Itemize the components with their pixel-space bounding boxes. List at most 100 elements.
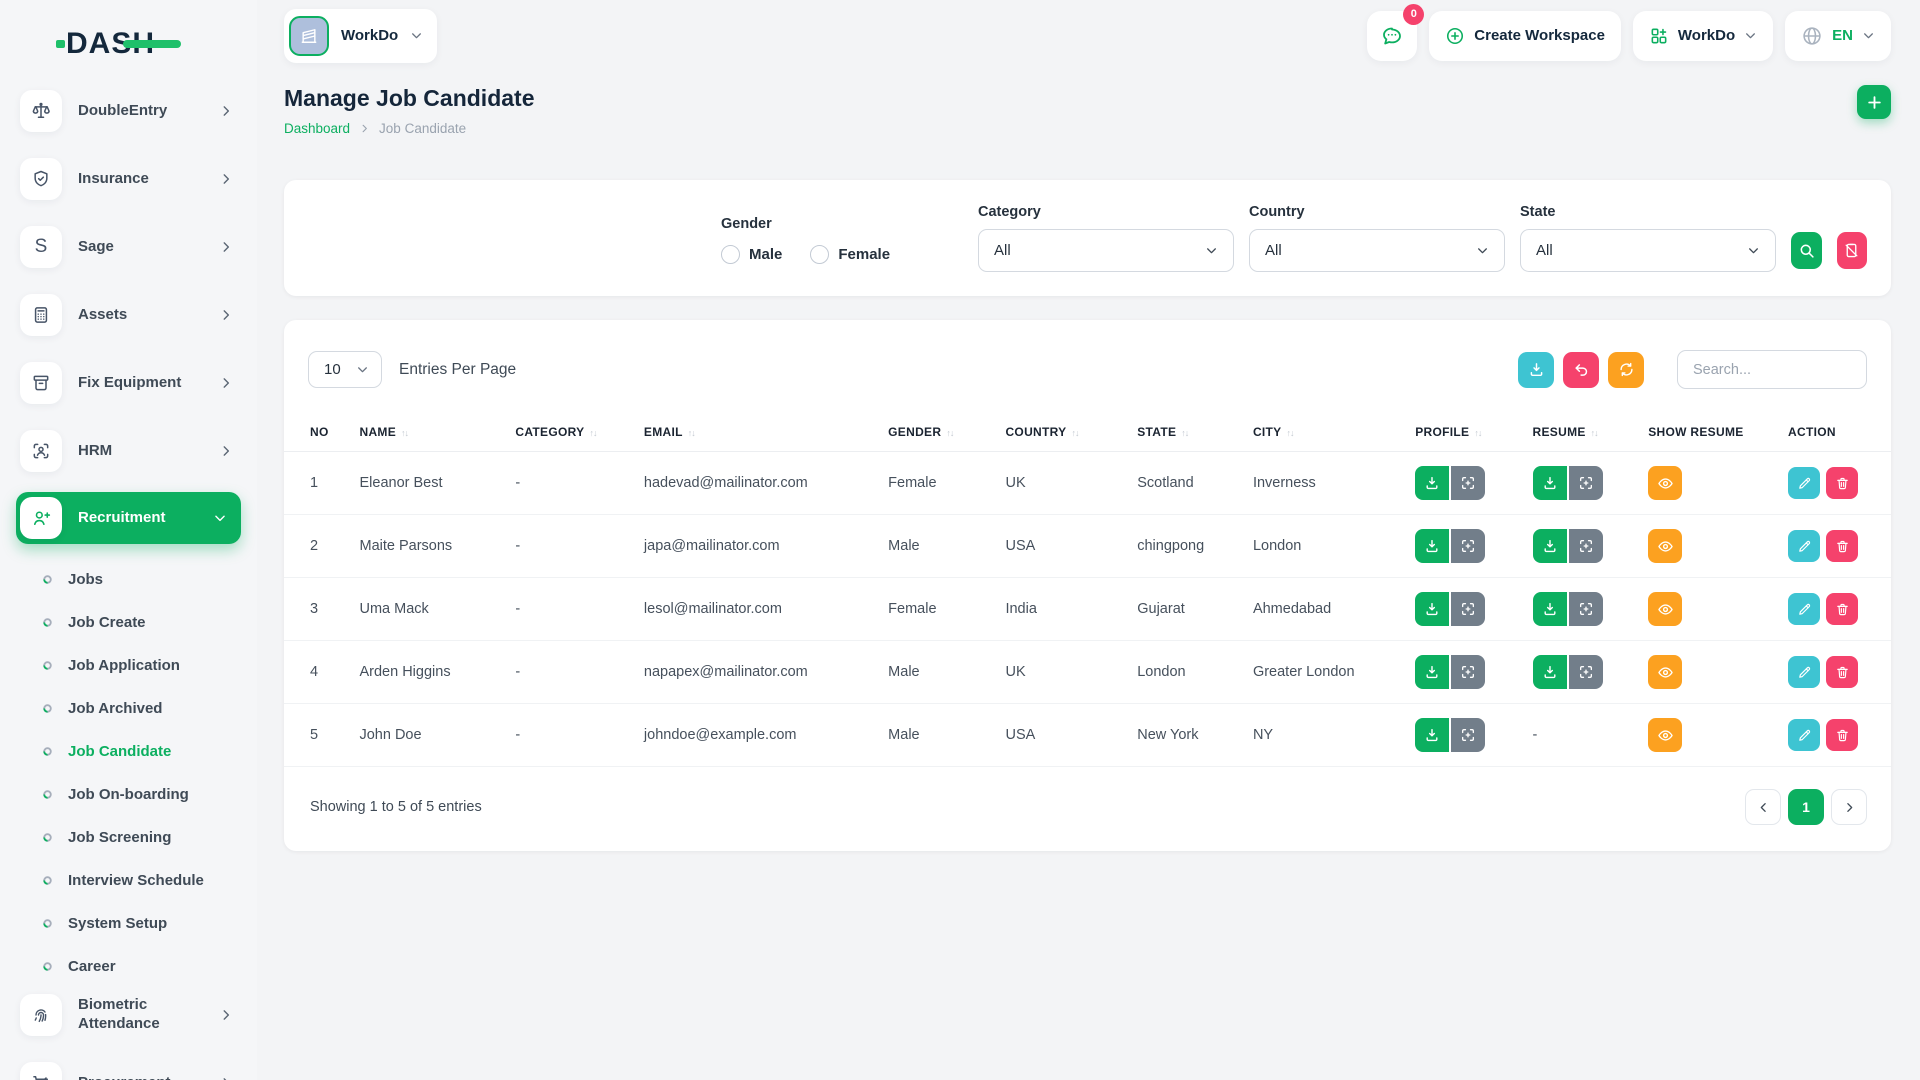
- profile-download-button[interactable]: [1415, 655, 1449, 689]
- profile-download-button[interactable]: [1415, 466, 1449, 500]
- language-selector[interactable]: EN: [1785, 11, 1891, 61]
- delete-candidate-button[interactable]: [1826, 593, 1858, 625]
- col-header-country[interactable]: COUNTRY↑↓: [997, 413, 1129, 452]
- show-resume-button[interactable]: [1648, 655, 1682, 689]
- col-header-profile[interactable]: PROFILE↑↓: [1407, 413, 1524, 452]
- scan-icon: [1578, 601, 1594, 617]
- gender-female-radio[interactable]: Female: [810, 245, 890, 264]
- col-header-city[interactable]: CITY↑↓: [1245, 413, 1407, 452]
- col-header-state[interactable]: STATE↑↓: [1129, 413, 1245, 452]
- workdo-menu-label: WorkDo: [1678, 27, 1735, 44]
- profile-scan-button[interactable]: [1451, 466, 1485, 500]
- pagination-next-button[interactable]: [1831, 789, 1867, 825]
- edit-candidate-button[interactable]: [1788, 656, 1820, 688]
- sidebar-subitem-interview-schedule[interactable]: Interview Schedule: [16, 859, 241, 902]
- refresh-icon: [1618, 361, 1635, 378]
- edit-candidate-button[interactable]: [1788, 719, 1820, 751]
- profile-scan-button[interactable]: [1451, 592, 1485, 626]
- profile-download-button[interactable]: [1415, 529, 1449, 563]
- sidebar-subitem-job-archived[interactable]: Job Archived: [16, 687, 241, 730]
- logo-text: DASH: [66, 27, 155, 61]
- resume-download-button[interactable]: [1533, 529, 1567, 563]
- add-candidate-button[interactable]: [1857, 85, 1891, 119]
- delete-candidate-button[interactable]: [1826, 530, 1858, 562]
- col-header-gender[interactable]: GENDER↑↓: [880, 413, 997, 452]
- workdo-menu-button[interactable]: WorkDo: [1633, 11, 1773, 61]
- cell-no: 2: [284, 515, 351, 578]
- sidebar-item-procurement[interactable]: Procurement: [16, 1056, 241, 1080]
- export-button[interactable]: [1518, 352, 1554, 388]
- chevron-right-icon: [219, 376, 233, 390]
- country-select[interactable]: All: [1249, 229, 1505, 272]
- breadcrumb-dashboard-link[interactable]: Dashboard: [284, 121, 350, 136]
- delete-candidate-button[interactable]: [1826, 656, 1858, 688]
- sidebar-subitem-job-create[interactable]: Job Create: [16, 601, 241, 644]
- sidebar-item-assets[interactable]: Assets: [16, 288, 241, 342]
- state-select[interactable]: All: [1520, 229, 1776, 272]
- entries-per-page-select[interactable]: 10: [308, 351, 382, 388]
- profile-scan-button[interactable]: [1451, 529, 1485, 563]
- sidebar-subitem-job-candidate[interactable]: Job Candidate: [16, 730, 241, 773]
- download-icon: [1542, 601, 1558, 617]
- profile-download-button[interactable]: [1415, 718, 1449, 752]
- col-header-email[interactable]: EMAIL↑↓: [636, 413, 880, 452]
- show-resume-button[interactable]: [1648, 718, 1682, 752]
- pencil-icon: [1797, 728, 1812, 743]
- category-select[interactable]: All: [978, 229, 1234, 272]
- col-header-name[interactable]: NAME↑↓: [351, 413, 507, 452]
- sidebar-item-insurance[interactable]: Insurance: [16, 152, 241, 206]
- sidebar-subitem-jobs[interactable]: Jobs: [16, 558, 241, 601]
- clear-filter-button[interactable]: [1837, 232, 1868, 269]
- show-resume-button[interactable]: [1648, 592, 1682, 626]
- sidebar-subitem-job-onboarding[interactable]: Job On-boarding: [16, 773, 241, 816]
- show-resume-button[interactable]: [1648, 529, 1682, 563]
- delete-candidate-button[interactable]: [1826, 719, 1858, 751]
- chevron-down-icon: [1476, 244, 1489, 257]
- sidebar-item-biometric-attendance[interactable]: Biometric Attendance: [16, 988, 241, 1042]
- table-search-input[interactable]: [1677, 350, 1867, 389]
- resume-scan-button[interactable]: [1569, 529, 1603, 563]
- pagination-page-button[interactable]: 1: [1788, 789, 1824, 825]
- resume-scan-button[interactable]: [1569, 592, 1603, 626]
- col-header-category[interactable]: CATEGORY↑↓: [507, 413, 636, 452]
- messages-button[interactable]: 0: [1367, 11, 1417, 61]
- chevron-right-icon: [219, 1008, 233, 1022]
- sidebar-item-recruitment[interactable]: Recruitment: [16, 492, 241, 544]
- resume-scan-button[interactable]: [1569, 466, 1603, 500]
- profile-scan-button[interactable]: [1451, 718, 1485, 752]
- sidebar-item-hrm[interactable]: HRM: [16, 424, 241, 478]
- delete-candidate-button[interactable]: [1826, 467, 1858, 499]
- pagination-prev-button[interactable]: [1745, 789, 1781, 825]
- apply-filter-button[interactable]: [1791, 232, 1822, 269]
- app-root: DASH DoubleEntry Insurance S Sage Assets: [0, 0, 1920, 1080]
- edit-candidate-button[interactable]: [1788, 467, 1820, 499]
- sidebar-subitem-job-screening[interactable]: Job Screening: [16, 816, 241, 859]
- sidebar-item-doubleentry[interactable]: DoubleEntry: [16, 84, 241, 138]
- gender-male-radio[interactable]: Male: [721, 245, 782, 264]
- profile-scan-button[interactable]: [1451, 655, 1485, 689]
- sidebar-item-fix-equipment[interactable]: Fix Equipment: [16, 356, 241, 410]
- reset-button[interactable]: [1563, 352, 1599, 388]
- topbar: WorkDo 0 Create Workspace WorkDo: [257, 0, 1920, 71]
- bullet-icon: [42, 660, 53, 671]
- refresh-button[interactable]: [1608, 352, 1644, 388]
- profile-download-button[interactable]: [1415, 592, 1449, 626]
- resume-download-button[interactable]: [1533, 592, 1567, 626]
- resume-download-button[interactable]: [1533, 655, 1567, 689]
- language-label: EN: [1832, 27, 1853, 44]
- eye-icon: [1657, 601, 1674, 618]
- create-workspace-button[interactable]: Create Workspace: [1429, 11, 1621, 61]
- col-header-resume[interactable]: RESUME↑↓: [1525, 413, 1641, 452]
- edit-candidate-button[interactable]: [1788, 593, 1820, 625]
- resume-scan-button[interactable]: [1569, 655, 1603, 689]
- scan-icon: [1578, 475, 1594, 491]
- app-logo[interactable]: DASH: [0, 18, 257, 70]
- sidebar-subitem-job-application[interactable]: Job Application: [16, 644, 241, 687]
- resume-download-button[interactable]: [1533, 466, 1567, 500]
- sidebar-subitem-career[interactable]: Career: [16, 945, 241, 988]
- workspace-selector[interactable]: WorkDo: [284, 9, 437, 63]
- show-resume-button[interactable]: [1648, 466, 1682, 500]
- edit-candidate-button[interactable]: [1788, 530, 1820, 562]
- sidebar-item-sage[interactable]: S Sage: [16, 220, 241, 274]
- sidebar-subitem-system-setup[interactable]: System Setup: [16, 902, 241, 945]
